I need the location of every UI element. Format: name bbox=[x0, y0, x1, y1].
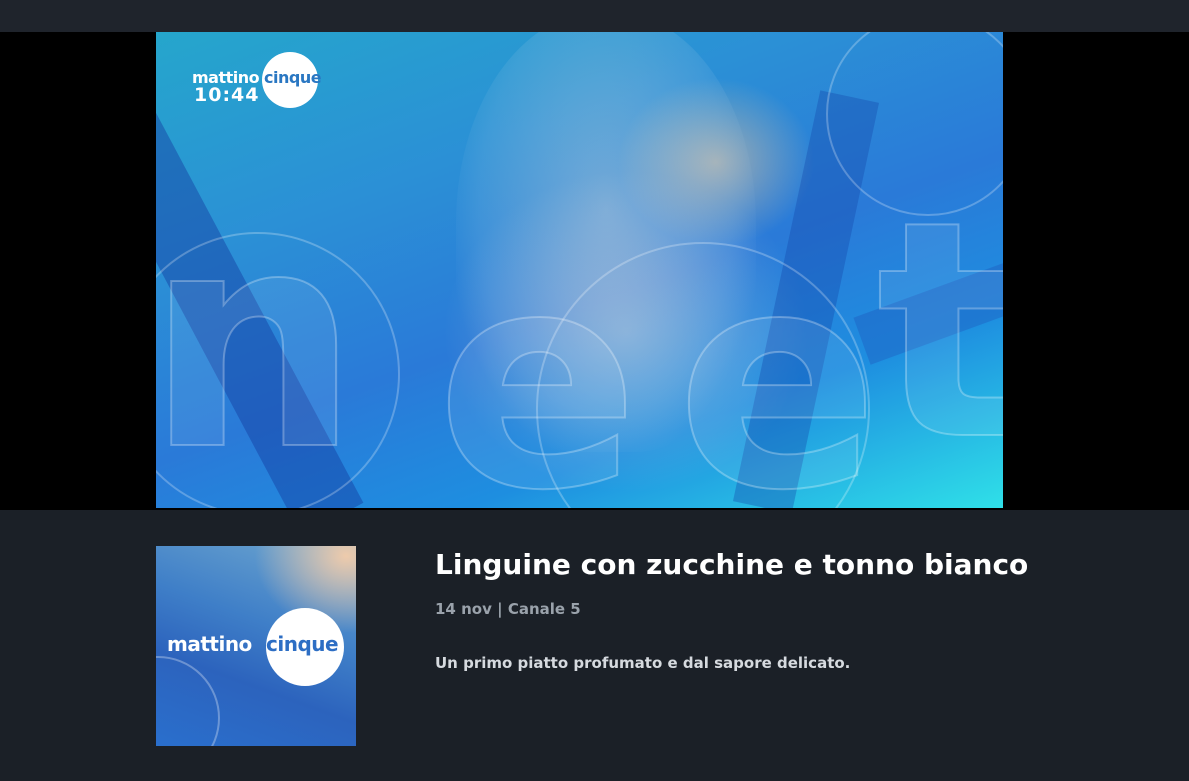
decor-letter: e bbox=[435, 207, 640, 509]
program-title: Linguine con zucchine e tonno bianco bbox=[435, 548, 1029, 581]
channel-logo: mattino cinque 10:44 bbox=[192, 50, 322, 112]
clock: 10:44 bbox=[194, 84, 260, 106]
decor-ring bbox=[156, 656, 220, 746]
channel-link[interactable]: Canale 5 bbox=[508, 600, 581, 618]
decor-letter: t bbox=[875, 157, 1003, 506]
video-player[interactable]: n e e t mattino cinque 10:44 bbox=[156, 32, 1003, 508]
thumbnail-brand: mattino bbox=[167, 632, 252, 656]
program-thumbnail[interactable]: mattino cinque bbox=[156, 546, 356, 746]
air-date: 14 nov bbox=[435, 600, 492, 618]
decor-letter: n bbox=[156, 167, 361, 508]
logo-brand-accent: cinque bbox=[264, 68, 322, 87]
top-bar bbox=[0, 0, 1189, 32]
thumbnail-brand-accent: cinque bbox=[266, 632, 339, 656]
decor-letter: e bbox=[675, 207, 880, 509]
program-meta: 14 nov | Canale 5 bbox=[435, 600, 581, 618]
program-description: Un primo piatto profumato e dal sapore d… bbox=[435, 654, 851, 672]
meta-separator: | bbox=[497, 600, 503, 618]
